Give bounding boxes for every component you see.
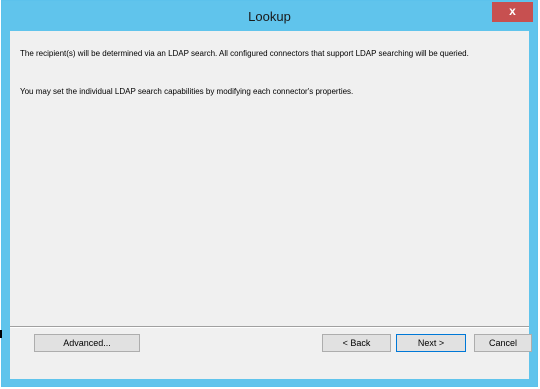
back-button[interactable]: < Back — [322, 334, 391, 352]
lookup-dialog: Lookup x The recipient(s) will be determ… — [1, 0, 538, 387]
next-button[interactable]: Next > — [396, 334, 466, 352]
close-icon: x — [509, 4, 516, 18]
connector-properties-hint: You may set the individual LDAP search c… — [20, 87, 354, 96]
advanced-button[interactable]: Advanced... — [34, 334, 140, 352]
cancel-button[interactable]: Cancel — [474, 334, 532, 352]
window-frame-right — [529, 31, 537, 386]
ldap-search-description: The recipient(s) will be determined via … — [20, 49, 469, 58]
title-bar[interactable]: Lookup x — [2, 1, 537, 31]
dialog-body: The recipient(s) will be determined via … — [10, 31, 532, 379]
window-frame-left — [2, 31, 10, 386]
dialog-title: Lookup — [248, 9, 291, 24]
window-frame-bottom — [2, 379, 537, 386]
close-button[interactable]: x — [492, 2, 533, 22]
edge-mark — [0, 330, 2, 338]
button-separator — [10, 326, 529, 328]
